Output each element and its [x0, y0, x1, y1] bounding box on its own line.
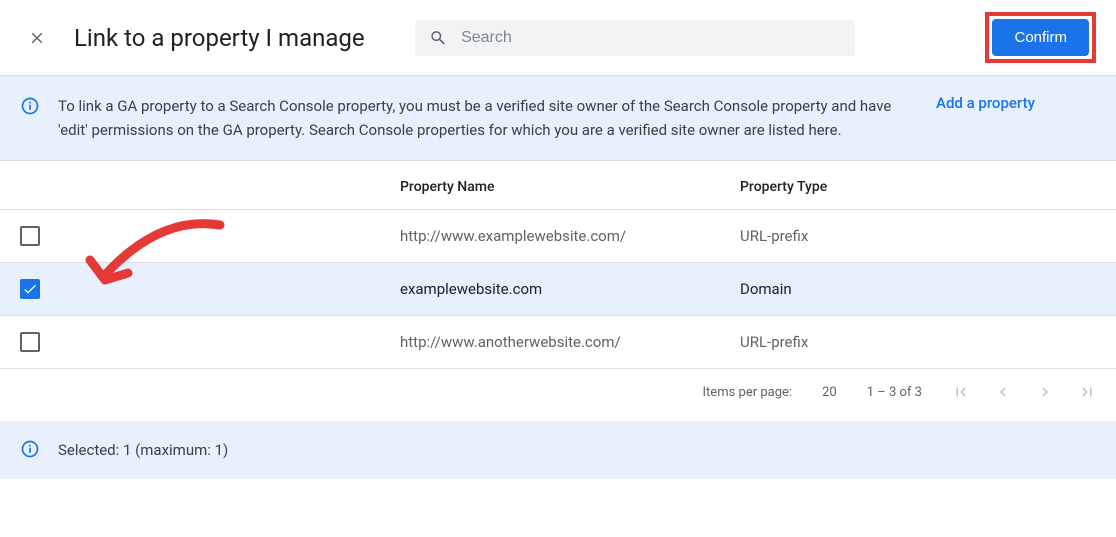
- info-icon: [20, 439, 40, 463]
- pagination: Items per page: 20 1 – 3 of 3: [0, 369, 1116, 415]
- next-page-button[interactable]: [1036, 383, 1054, 401]
- last-page-button[interactable]: [1078, 383, 1096, 401]
- column-property-type: Property Type: [740, 179, 827, 195]
- row-checkbox[interactable]: [20, 226, 40, 246]
- add-property-link[interactable]: Add a property: [936, 94, 1035, 112]
- table-row[interactable]: http://www.examplewebsite.com/ URL-prefi…: [0, 210, 1116, 263]
- confirm-highlight: Confirm: [985, 12, 1096, 63]
- row-checkbox[interactable]: [20, 332, 40, 352]
- selection-footer: Selected: 1 (maximum: 1): [0, 421, 1116, 479]
- items-per-page-label: Items per page:: [703, 385, 793, 400]
- property-name-cell: http://www.anotherwebsite.com/: [400, 333, 740, 351]
- first-page-icon: [952, 383, 970, 401]
- chevron-right-icon: [1036, 383, 1054, 401]
- info-text: To link a GA property to a Search Consol…: [58, 94, 918, 142]
- prev-page-button[interactable]: [994, 383, 1012, 401]
- property-type-cell: Domain: [740, 280, 792, 298]
- row-checkbox[interactable]: [20, 279, 40, 299]
- table-header: Property Name Property Type: [0, 165, 1116, 210]
- info-icon: [20, 96, 40, 120]
- property-type-cell: URL-prefix: [740, 333, 808, 351]
- confirm-button[interactable]: Confirm: [992, 19, 1089, 56]
- checkmark-icon: [22, 281, 38, 297]
- dialog-header: Link to a property I manage Confirm: [0, 0, 1116, 75]
- info-banner: To link a GA property to a Search Consol…: [0, 75, 1116, 161]
- items-per-page-value[interactable]: 20: [822, 385, 837, 400]
- table-row[interactable]: http://www.anotherwebsite.com/ URL-prefi…: [0, 316, 1116, 369]
- property-table: Property Name Property Type http://www.e…: [0, 165, 1116, 369]
- pagination-range: 1 – 3 of 3: [867, 385, 922, 400]
- close-icon: [28, 29, 46, 47]
- property-name-cell: examplewebsite.com: [400, 280, 740, 298]
- search-icon: [429, 28, 447, 48]
- last-page-icon: [1078, 383, 1096, 401]
- search-box[interactable]: [415, 20, 855, 56]
- chevron-left-icon: [994, 383, 1012, 401]
- table-row[interactable]: examplewebsite.com Domain: [0, 263, 1116, 316]
- column-property-name: Property Name: [400, 179, 740, 195]
- first-page-button[interactable]: [952, 383, 970, 401]
- close-button[interactable]: [20, 21, 54, 55]
- property-type-cell: URL-prefix: [740, 227, 808, 245]
- dialog-title: Link to a property I manage: [74, 24, 365, 52]
- search-input[interactable]: [461, 29, 841, 47]
- selection-count-text: Selected: 1 (maximum: 1): [58, 441, 228, 459]
- property-name-cell: http://www.examplewebsite.com/: [400, 227, 740, 245]
